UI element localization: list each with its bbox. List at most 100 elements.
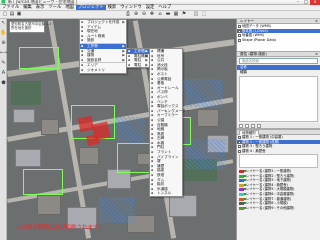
menu-item[interactable]: ▪ 施設名称 ▶	[80, 58, 126, 63]
property-row[interactable]: 種類	[237, 70, 320, 75]
legend-check-icon	[244, 179, 246, 182]
map-parcel-outline	[19, 47, 59, 69]
remove-icon[interactable]	[245, 124, 249, 128]
add-icon[interactable]	[239, 124, 243, 128]
flag-icon[interactable]: ⚑	[181, 12, 187, 18]
menu-item[interactable]: ヘルプ	[156, 5, 173, 10]
submenu-arrow-icon: ▶	[145, 62, 148, 67]
left-tool-strip: ↖ ✋ ⊕ ⟷ ✎ A ⬟	[0, 19, 7, 240]
menu-item[interactable]: ▪ 電柱 ▶	[127, 63, 149, 68]
legend-list: レイヤー名 (建物1 : 一般建物) レイヤー名 (建物2 : 堅ろう建物) レイヤ…	[237, 169, 320, 210]
menu-item[interactable]: ウィンドウ	[118, 5, 143, 10]
legend-check-icon	[244, 202, 246, 205]
category-row[interactable]: 建物 4 : 無壁舎	[237, 149, 320, 154]
polygon-icon[interactable]: ⬟	[0, 81, 7, 88]
category-label: 建物 1 : 一般建物 (中高層)	[242, 135, 283, 139]
menu-item[interactable]: 設定	[144, 5, 157, 10]
text-icon[interactable]: A	[0, 71, 7, 78]
menu-item-label: ジオメトリ	[87, 67, 105, 72]
legend-label: レイヤー名 (建物7 : 普通建物)	[246, 196, 292, 201]
menu-item[interactable]: ツール	[46, 5, 63, 10]
submenu-arrow-icon: ▶	[122, 57, 125, 62]
menu-item[interactable]: 検索	[106, 5, 119, 10]
layer-list: 地図データ (WMS) 基本図 (1/2500) 地番図 (WMS) Shape (P…	[237, 24, 320, 52]
menu-item[interactable]: ▪ ジオメトリ	[80, 68, 126, 73]
legend-check-icon	[244, 170, 246, 172]
open-icon[interactable]: ▤	[9, 12, 15, 18]
menu-item-label: ポスト	[157, 71, 168, 76]
layer-label: 地図データ (WMS)	[242, 24, 272, 28]
menu-item-label: バス停	[157, 90, 168, 95]
legend-label: レイヤー名 (建物5 : 大規模建物)	[246, 187, 295, 192]
layers-title: レイヤー	[240, 19, 255, 23]
menu-item-label: 石碑	[157, 136, 165, 141]
search-placeholder: 施設名検索	[242, 59, 259, 63]
print-icon[interactable]: ⎙	[125, 12, 131, 18]
map-hatch-area	[183, 79, 223, 107]
down-icon[interactable]	[257, 124, 261, 128]
car-icon[interactable]: ▬	[165, 12, 171, 18]
menu-item-label: 施設名称	[87, 57, 102, 62]
menu-item[interactable]: ▪ トンネル	[150, 191, 182, 196]
property-detail-area	[239, 76, 318, 122]
new-icon[interactable]: ▢	[2, 12, 8, 18]
menu-item[interactable]: ファイル	[0, 5, 21, 10]
pointer-icon[interactable]: ↖	[0, 21, 7, 28]
layer-icon[interactable]: ◫	[193, 12, 199, 18]
menu-item-label: 公共	[157, 58, 165, 63]
hand-icon[interactable]: ✋	[0, 31, 7, 38]
up-icon[interactable]	[251, 124, 255, 128]
search-input[interactable]: 施設名検索	[239, 58, 318, 64]
menu-item-label: 交通	[87, 48, 95, 53]
address-panel[interactable]: 愛知県名古屋市中区錦 1-1 所在地を選択	[9, 21, 52, 33]
menu-item-label: 鉄塔	[157, 173, 165, 178]
zoom-icon[interactable]: ⊕	[0, 41, 7, 48]
menu-item-icon: ▪	[128, 62, 131, 67]
map-building	[15, 149, 41, 167]
home-icon[interactable]: ⌂	[157, 12, 163, 18]
layer-label: Shape (Planar Data)	[242, 37, 277, 42]
save-icon[interactable]: ▣	[16, 12, 22, 18]
menu-item[interactable]: プロジェクト	[75, 5, 106, 10]
menu-item-label: 工作物	[87, 43, 98, 48]
zoom-in-icon[interactable]: ⊕	[133, 12, 139, 18]
menu-item-label: アイテム	[87, 24, 102, 29]
layer-row[interactable]: Shape (Planar Data)	[237, 38, 320, 43]
legend-item[interactable]: レイヤー名 (建物9 : その他建物)	[237, 206, 320, 211]
zoom-out-icon[interactable]: ⊖	[141, 12, 147, 18]
menu-item-icon: ▪	[81, 67, 84, 72]
menu-item-label: 自販機	[157, 122, 168, 127]
category-checkbox[interactable]	[238, 149, 241, 153]
menu-item-label: 電話ボックス	[157, 104, 179, 109]
menu-item-label: トンネル	[157, 191, 172, 196]
menu-item[interactable]: 編集	[21, 5, 34, 10]
menu-item-label: 掲示板	[157, 67, 168, 72]
menu-item[interactable]: 表示	[34, 5, 47, 10]
property-key: 種類	[240, 70, 247, 74]
structure-submenu: ▪ 工作物 ▶ ▪ 電柱情報 ▶ ▪ 電柱 ▶ ▪ 電柱 ▶	[126, 48, 150, 69]
menu-item[interactable]: ▪ 施設	[80, 38, 126, 43]
menu-item[interactable]: 地図	[63, 5, 76, 10]
structure-type-submenu: ▪ 標識 ▪ 信号 ▪ 公共 ▪ 消火栓 ▪ 掲示板 ▪ ポスト ▪ 公衆電話 ▪ 看板 ▪ ガードレール ▪ バス停…	[149, 48, 189, 197]
menu-item-label: ボンベ	[157, 94, 168, 99]
menu-item-label: 公園	[157, 117, 165, 122]
menu-item-label: 工作物	[134, 49, 145, 53]
layer-checkbox[interactable]	[238, 38, 241, 42]
select-icon[interactable]: ⬚	[201, 12, 207, 18]
address-hint: 所在地を選択	[11, 26, 32, 31]
menu-item-label: エリア	[87, 63, 98, 68]
highlighted-parcel	[86, 133, 100, 147]
close-icon[interactable]: ×	[315, 52, 318, 57]
measure-icon[interactable]: ⟷	[0, 51, 7, 58]
map-vegetation	[11, 81, 41, 105]
menu-item-icon: ▪	[151, 191, 154, 196]
draw-icon[interactable]: ✎	[0, 61, 7, 68]
legend-label: レイヤー名 (建物3 : 地下建物)	[246, 178, 292, 183]
legend-check-icon	[244, 206, 246, 209]
menu-item-label: 踏切	[157, 182, 165, 187]
print-range-caption: この表示範囲のみが印刷されます。	[16, 225, 104, 231]
legend-check-icon	[244, 183, 246, 186]
pan-icon[interactable]: ✥	[149, 12, 155, 18]
building-icon[interactable]: ▦	[173, 12, 179, 18]
menu-item-label: 信号	[157, 53, 165, 58]
